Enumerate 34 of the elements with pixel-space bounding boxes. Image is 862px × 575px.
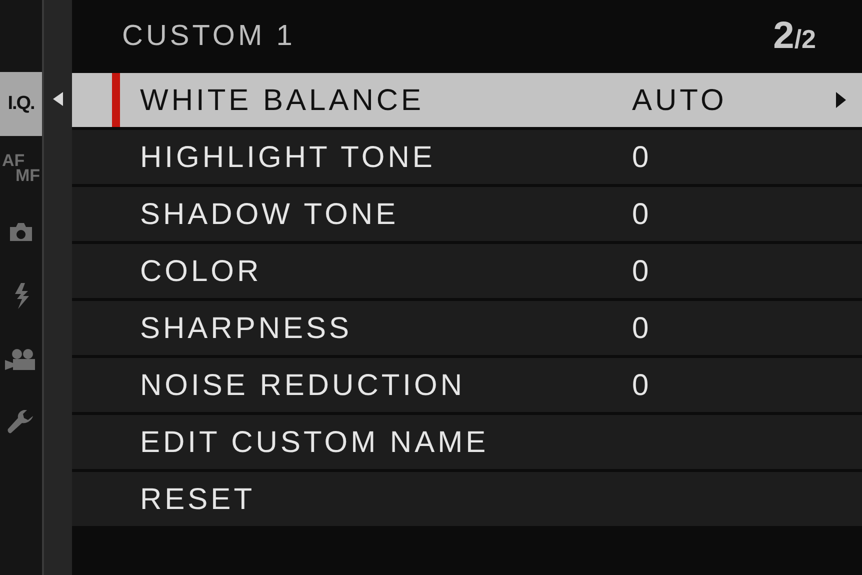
item-label: EDIT CUSTOM NAME bbox=[140, 424, 490, 460]
camera-icon bbox=[8, 221, 34, 243]
item-label: NOISE REDUCTION bbox=[140, 368, 466, 404]
menu-item[interactable]: EDIT CUSTOM NAME bbox=[72, 415, 862, 469]
item-value: 0 bbox=[632, 196, 652, 232]
item-value: 0 bbox=[632, 310, 652, 346]
page-indicator: 2/2 bbox=[773, 14, 816, 59]
item-value: 0 bbox=[632, 140, 652, 176]
sidebar-tab[interactable]: AF MF bbox=[0, 136, 42, 200]
tab-label: AF bbox=[2, 153, 25, 168]
menu-item[interactable]: SHADOW TONE 0 bbox=[72, 187, 862, 241]
item-label: COLOR bbox=[140, 254, 263, 290]
menu-item[interactable]: SHARPNESS 0 bbox=[72, 301, 862, 355]
tab-label: MF bbox=[15, 168, 40, 183]
item-label: WHITE BALANCE bbox=[140, 82, 426, 118]
menu-item[interactable]: HIGHLIGHT TONE 0 bbox=[72, 130, 862, 184]
lightning-bolt-icon bbox=[12, 283, 30, 309]
menu-item[interactable]: NOISE REDUCTION 0 bbox=[72, 358, 862, 412]
menu-item[interactable]: RESET bbox=[72, 472, 862, 526]
menu-item[interactable]: WHITE BALANCE AUTO bbox=[72, 73, 862, 127]
left-arrow-icon bbox=[53, 92, 63, 106]
movie-camera-icon bbox=[5, 348, 37, 372]
item-value: 0 bbox=[632, 368, 652, 404]
sidebar-tab[interactable]: I.Q. bbox=[0, 72, 42, 136]
menu-title: CUSTOM 1 bbox=[122, 18, 296, 54]
item-value: AUTO bbox=[632, 82, 727, 118]
tab-label: I.Q. bbox=[8, 92, 34, 116]
item-value: 0 bbox=[632, 254, 652, 290]
item-label: HIGHLIGHT TONE bbox=[140, 140, 436, 176]
item-label: SHARPNESS bbox=[140, 310, 354, 346]
menu-item[interactable]: COLOR 0 bbox=[72, 244, 862, 298]
item-label: RESET bbox=[140, 482, 256, 518]
item-label: SHADOW TONE bbox=[140, 196, 400, 232]
selection-marker bbox=[112, 73, 120, 127]
